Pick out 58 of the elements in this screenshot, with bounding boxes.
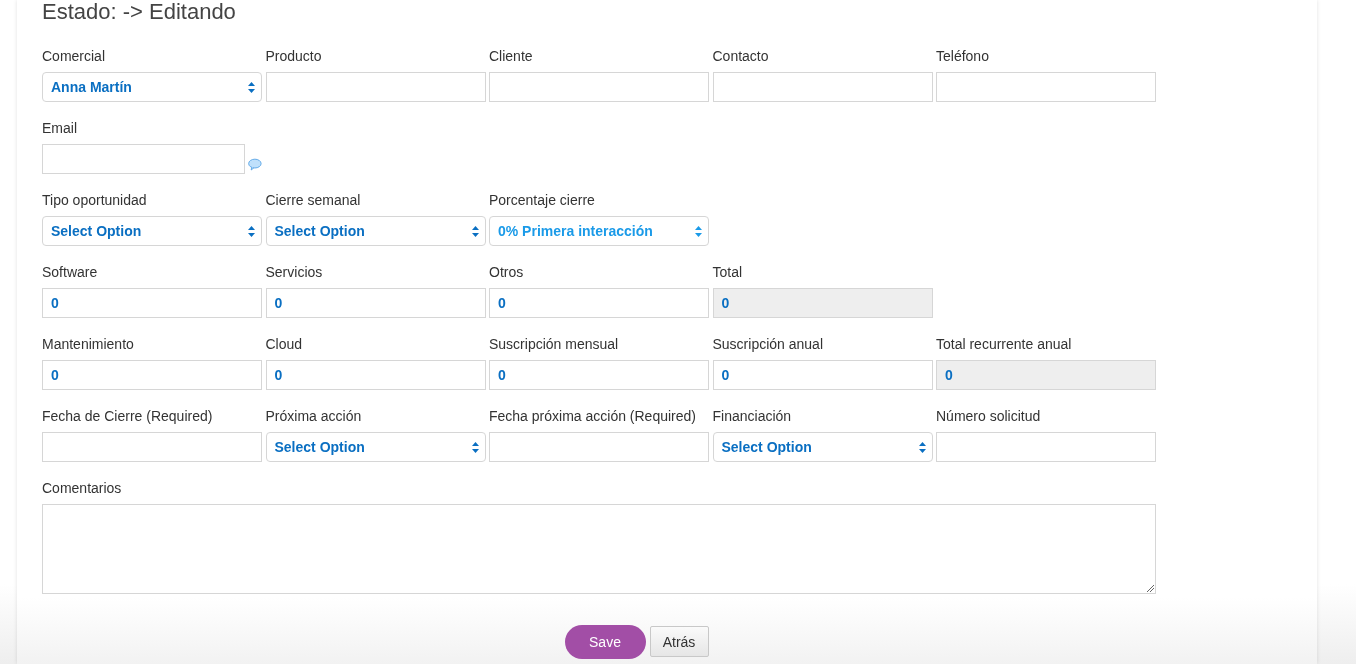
updown-icon: [248, 225, 255, 237]
input-field[interactable]: [936, 432, 1156, 462]
field-label: Teléfono: [936, 47, 990, 65]
updown-icon: [918, 441, 926, 453]
updown-icon: [471, 225, 479, 237]
select-field[interactable]: Select Option: [265, 216, 486, 246]
updown-icon: [471, 441, 479, 453]
input-field[interactable]: 0: [265, 288, 486, 318]
field-label: Total recurrente anual: [936, 335, 1073, 353]
field-label: Producto: [265, 47, 323, 65]
field-label: Servicios: [265, 263, 324, 281]
status-title: Estado: -> Editando: [42, 0, 237, 26]
field-label: Porcentaje cierre: [489, 191, 596, 209]
field-label: Número solicitud: [936, 407, 1042, 425]
field-label: Cliente: [489, 47, 534, 65]
field-label: Comentarios: [42, 479, 123, 497]
field-label: Contacto: [712, 47, 770, 65]
resize-grip-icon[interactable]: [1147, 585, 1154, 592]
input-field[interactable]: 0: [42, 288, 262, 318]
input-field[interactable]: [489, 432, 709, 462]
field-label: Otros: [489, 263, 525, 281]
select-field[interactable]: 0% Primera interacción: [489, 216, 709, 246]
field-label: Software: [42, 263, 99, 281]
readonly-field: 0: [712, 288, 933, 318]
field-label: Suscripción anual: [712, 335, 824, 353]
speech-bubble-icon[interactable]: [248, 158, 262, 171]
select-field[interactable]: Select Option: [265, 432, 486, 462]
select-field[interactable]: Select Option: [712, 432, 933, 462]
back-button[interactable]: Atrás: [649, 626, 709, 657]
input-field[interactable]: 0: [265, 360, 486, 390]
field-label: Próxima acción: [265, 407, 363, 425]
select-field[interactable]: Select Option: [42, 216, 262, 246]
input-field[interactable]: [712, 72, 933, 102]
input-field[interactable]: 0: [489, 360, 709, 390]
input-field[interactable]: [42, 432, 262, 462]
input-field[interactable]: 0: [489, 288, 709, 318]
readonly-field: 0: [936, 360, 1156, 390]
input-field[interactable]: [936, 72, 1156, 102]
updown-icon: [248, 81, 255, 93]
field-label: Total: [712, 263, 744, 281]
input-field[interactable]: [42, 144, 246, 174]
field-label: Suscripción mensual: [489, 335, 620, 353]
updown-icon: [695, 225, 702, 237]
field-label: Comercial: [42, 47, 106, 65]
field-label: Fecha próxima acción (Required): [489, 407, 697, 425]
input-field[interactable]: [265, 72, 486, 102]
field-label: Mantenimiento: [42, 335, 135, 353]
select-field[interactable]: Anna Martín: [42, 72, 262, 102]
field-label: Tipo oportunidad: [42, 191, 148, 209]
field-label: Fecha de Cierre (Required): [42, 407, 214, 425]
save-button[interactable]: Save: [564, 625, 646, 659]
input-field[interactable]: [489, 72, 709, 102]
field-label: Email: [42, 119, 78, 137]
input-field[interactable]: 0: [42, 360, 262, 390]
field-label: Cloud: [265, 335, 304, 353]
field-label: Financiación: [712, 407, 793, 425]
field-label: Cierre semanal: [265, 191, 362, 209]
input-field[interactable]: 0: [712, 360, 933, 390]
